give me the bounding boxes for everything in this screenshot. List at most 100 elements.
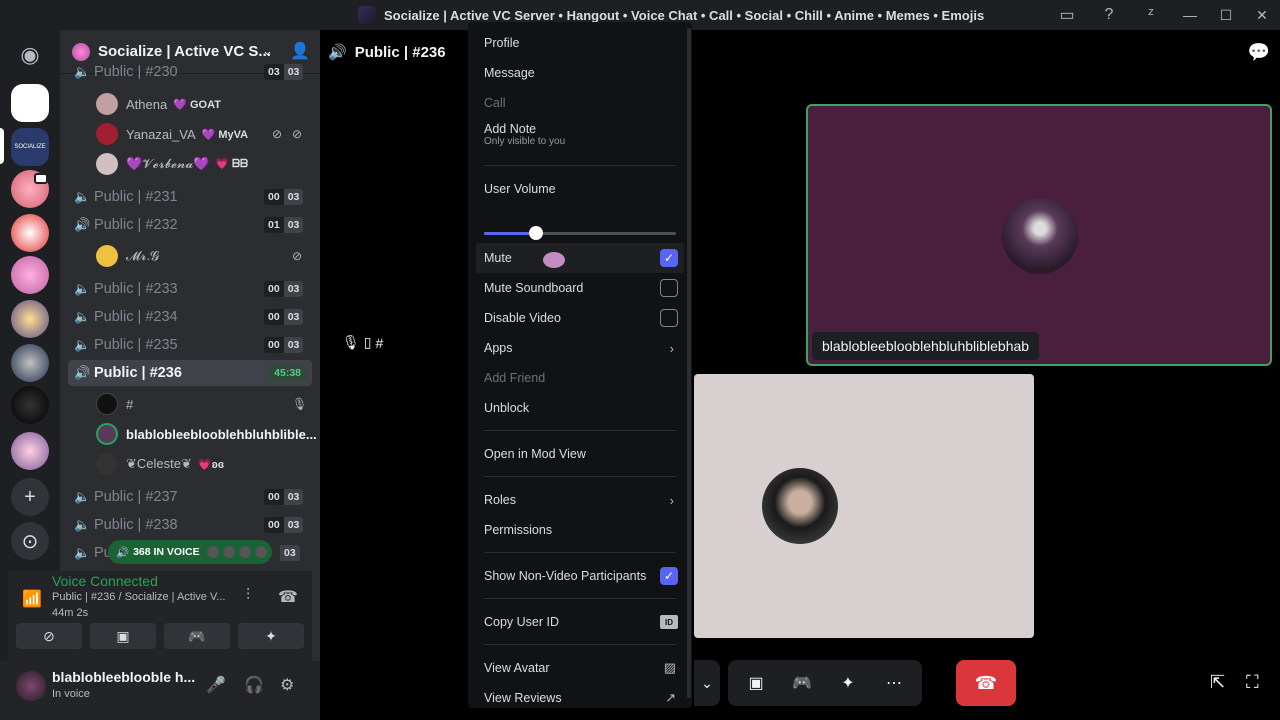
speaker-active-icon: 🔊 — [74, 217, 91, 232]
updates-icon[interactable]: ᶻ — [1130, 0, 1172, 30]
server-icon-5[interactable] — [11, 256, 49, 294]
voice-duration: 44m 2s — [52, 607, 89, 619]
menu-item-copy-user-id[interactable]: Copy User ID ID — [476, 607, 684, 637]
in-voice-label: 368 IN VOICE — [133, 546, 200, 558]
voice-member[interactable]: Yanazai_VA 💜 MyVA ⊘ ⊘ — [96, 120, 302, 148]
voice-member[interactable]: Athena 💜 GOAT — [96, 90, 221, 118]
menu-item-message[interactable]: Message — [476, 58, 684, 88]
voice-channel-230[interactable]: 🔈 Public | #230 03 03 — [68, 64, 312, 80]
avatar[interactable] — [16, 671, 46, 701]
voice-member-self[interactable]: blablobleeblooblehbluhblible... — [96, 420, 317, 448]
voice-channel-235[interactable]: 🔈 Public | #235 00 03 — [68, 332, 312, 358]
voice-channel-238[interactable]: 🔈 Public | #238 00 03 — [68, 512, 312, 538]
explore-servers-button[interactable]: ⊙ — [11, 522, 49, 560]
image-icon: ▨ — [663, 660, 676, 675]
server-folder[interactable] — [11, 432, 49, 470]
voice-channel-233[interactable]: 🔈 Public | #233 00 03 — [68, 276, 312, 302]
screen-share-button[interactable]: ▣ — [90, 623, 156, 649]
mute-soundboard-checkbox[interactable] — [660, 279, 678, 297]
in-voice-pill[interactable]: 🔊 368 IN VOICE — [108, 540, 272, 564]
disconnect-icon[interactable]: ☎ — [278, 587, 298, 607]
chat-bubble-icon[interactable]: 💬 — [1248, 42, 1270, 63]
menu-item-disable-video[interactable]: Disable Video — [476, 303, 684, 333]
voice-channel-232[interactable]: 🔊 Public | #232 01 03 — [68, 212, 312, 238]
voice-channel-231[interactable]: 🔈 Public | #231 00 03 — [68, 184, 312, 210]
voice-channel-234[interactable]: 🔈 Public | #234 00 03 — [68, 304, 312, 330]
user-count: 00 03 — [264, 517, 304, 533]
chevron-down-icon[interactable]: ⌄ — [262, 43, 273, 59]
menu-divider — [484, 165, 676, 166]
member-name: blablobleeblooblehbluhblible... — [126, 426, 317, 442]
server-icon-6[interactable] — [11, 300, 49, 338]
username[interactable]: blablobleeblooble h... — [52, 669, 195, 685]
mute-checkbox[interactable]: ✓ — [660, 249, 678, 267]
video-off-button[interactable]: ⊘ — [16, 623, 82, 649]
disconnect-call-button[interactable]: ☎ — [956, 660, 1016, 706]
disable-video-checkbox[interactable] — [660, 309, 678, 327]
voice-channel-236[interactable]: 🔊 Public | #236 45:38 — [68, 360, 312, 386]
participant-tile-speaking[interactable]: blablobleeblooblehbluhbliblebhab — [806, 104, 1272, 366]
menu-item-view-reviews[interactable]: View Reviews ↗ — [476, 683, 684, 713]
menu-item-profile[interactable]: Profile — [476, 28, 684, 58]
menu-item-roles[interactable]: Roles › — [476, 485, 684, 515]
speaker-icon: 🔈 — [74, 189, 91, 204]
activities-button[interactable]: 🎮 — [164, 623, 230, 649]
voice-member[interactable]: 𝓜𝓻.𝓖 ⊘ — [96, 242, 302, 270]
activities-button[interactable]: 🎮 — [782, 663, 822, 703]
voice-member[interactable]: ❦Celeste❦ 💗ʚɞ — [96, 450, 224, 478]
screen-share-button[interactable]: ▣ — [736, 663, 776, 703]
voice-member[interactable]: 💜𝓥𝓮𝓻𝓫𝓮𝓷𝓪💜 💗 ᗷᗷ — [96, 150, 248, 178]
menu-item-label: Disable Video — [484, 311, 561, 325]
menu-item-permissions[interactable]: Permissions — [476, 515, 684, 545]
menu-item-label: Add Note — [484, 122, 537, 136]
volume-slider-handle[interactable] — [528, 226, 543, 240]
popout-icon[interactable]: ⇱ — [1210, 672, 1225, 693]
menu-item-show-non-video[interactable]: Show Non-Video Participants ✓ — [476, 561, 684, 591]
call-controls: ⌄ ▣ 🎮 ✦ ⋯ ☎ — [694, 660, 1016, 706]
speaker-icon: 🔈 — [74, 337, 91, 352]
maximize-button[interactable]: ☐ — [1208, 0, 1244, 30]
connection-signal-icon[interactable]: 📶 — [22, 589, 42, 609]
user-count: 00 03 — [264, 489, 304, 505]
soundboard-button[interactable]: ✦ — [828, 663, 868, 703]
member-name: 💜𝓥𝓮𝓻𝓫𝓮𝓷𝓪💜 — [126, 156, 210, 171]
headphones-icon[interactable]: 🎧 — [244, 675, 264, 695]
voice-channel-link[interactable]: Public | #236 / Socialize | Active V... — [52, 591, 225, 603]
voice-channel-237[interactable]: 🔈 Public | #237 00 03 — [68, 484, 312, 510]
close-button[interactable]: ✕ — [1244, 0, 1280, 30]
menu-scrollbar[interactable] — [687, 28, 691, 698]
server-icon-7[interactable] — [11, 344, 49, 382]
minimize-button[interactable]: — — [1172, 0, 1208, 30]
menu-item-mute-soundboard[interactable]: Mute Soundboard — [476, 273, 684, 303]
microphone-icon[interactable]: 🎤 — [206, 675, 226, 695]
invite-people-icon[interactable]: 👤 — [290, 41, 310, 61]
chevron-down-icon[interactable]: ⌄ — [694, 660, 720, 706]
external-link-icon: ↗ — [665, 690, 676, 705]
menu-item-view-avatar[interactable]: View Avatar ▨ — [476, 653, 684, 683]
voice-member[interactable]: # 🎙 — [96, 390, 307, 418]
soundboard-button[interactable]: ✦ — [238, 623, 304, 649]
participant-tile[interactable] — [694, 374, 1034, 638]
server-icon-1[interactable] — [11, 84, 49, 122]
menu-item-add-friend: Add Friend — [484, 371, 546, 385]
server-icon-4[interactable] — [11, 214, 49, 252]
menu-item-mute[interactable]: Mute ✓ — [476, 243, 684, 273]
noise-suppression-icon[interactable]: ⫶ — [246, 587, 250, 605]
show-non-video-checkbox[interactable]: ✓ — [660, 567, 678, 585]
more-options-button[interactable]: ⋯ — [874, 663, 914, 703]
menu-item-unblock[interactable]: Unblock — [476, 393, 684, 423]
menu-item-open-mod-view[interactable]: Open in Mod View — [476, 439, 684, 469]
server-icon-socialize[interactable]: SOCIALIZE — [11, 128, 49, 166]
voice-stage: 🔊 Public | #236 💬 🎙 ▯ # blablobleebloobl… — [320, 30, 1280, 720]
help-icon[interactable]: ? — [1088, 0, 1130, 30]
voice-status[interactable]: Voice Connected — [52, 573, 158, 589]
channel-label: Public | #237 — [94, 489, 178, 505]
server-icon-8[interactable] — [11, 386, 49, 424]
fullscreen-icon[interactable]: ⛶ — [1246, 672, 1259, 693]
discord-logo-icon[interactable]: ◉ — [11, 36, 49, 74]
add-server-button[interactable]: + — [11, 478, 49, 516]
menu-item-add-note[interactable]: Add Note Only visible to you — [476, 114, 684, 154]
inbox-icon[interactable]: ▭ — [1046, 0, 1088, 30]
menu-item-apps[interactable]: Apps › — [476, 333, 684, 363]
gear-icon[interactable]: ⚙ — [280, 675, 294, 695]
